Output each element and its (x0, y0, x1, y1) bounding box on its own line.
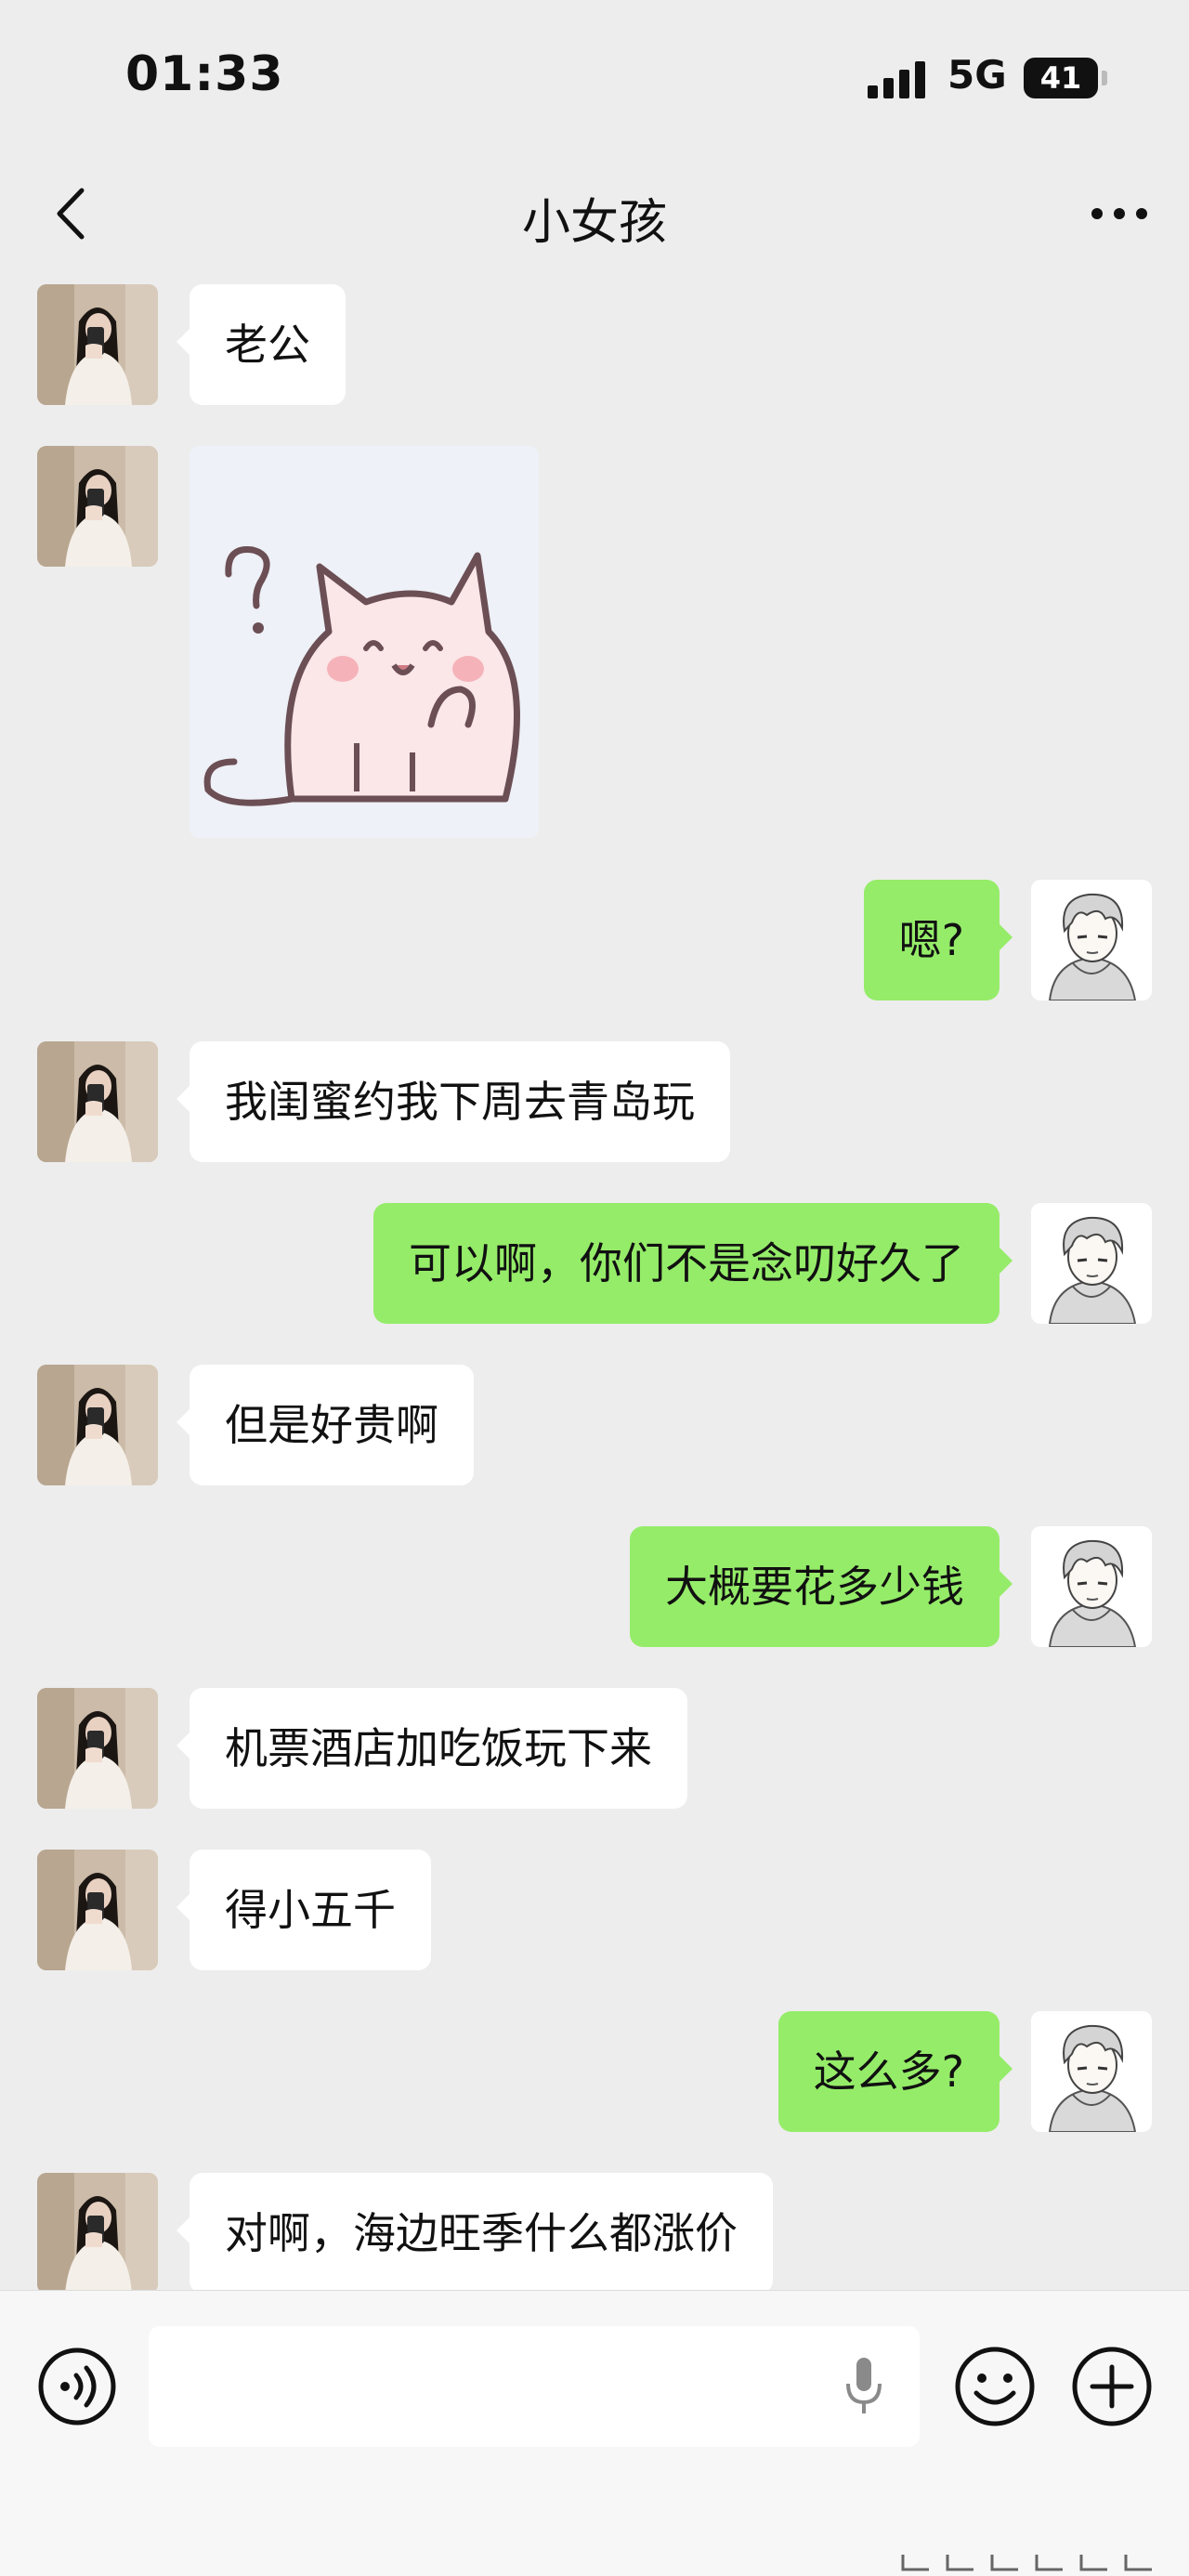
battery-icon: 41 (1024, 58, 1098, 98)
outgoing-message-bubble[interactable]: 大概要花多少钱 (630, 1526, 1013, 1647)
incoming-message-bubble[interactable]: 得小五千 (176, 1850, 431, 1970)
user-avatar[interactable] (1031, 1526, 1152, 1647)
incoming-message-bubble[interactable]: 对啊，海边旺季什么都涨价 (176, 2173, 773, 2290)
user-avatar[interactable] (1031, 880, 1152, 1000)
chat-title: 小女孩 (521, 195, 667, 251)
incoming-message-bubble[interactable]: 老公 (176, 284, 346, 405)
outgoing-message-bubble[interactable]: 嗯? (863, 880, 1013, 1000)
outgoing-message-bubble[interactable]: 这么多? (777, 2011, 1013, 2132)
incoming-message-bubble[interactable]: 但是好贵啊 (176, 1365, 474, 1485)
microphone-icon[interactable] (841, 2354, 887, 2419)
add-more-icon[interactable] (1070, 2345, 1154, 2428)
contact-avatar[interactable] (37, 1041, 158, 1162)
status-time: 01:33 (125, 46, 284, 102)
user-avatar[interactable] (1031, 1203, 1152, 1324)
voice-input-toggle-icon[interactable] (37, 2347, 117, 2426)
emoji-icon[interactable] (953, 2345, 1037, 2428)
contact-avatar[interactable] (37, 2173, 158, 2290)
battery-tip (1102, 71, 1107, 85)
message-text-input[interactable] (149, 2326, 920, 2447)
contact-avatar[interactable] (37, 1850, 158, 1970)
message-input-bar (0, 2290, 1189, 2576)
cat-question-sticker[interactable] (189, 446, 539, 838)
chat-header: 小女孩 (0, 163, 1189, 265)
cellular-signal-icon (868, 61, 927, 98)
watermark-icon (901, 2555, 1152, 2571)
contact-avatar[interactable] (37, 284, 158, 405)
incoming-message-bubble[interactable]: 机票酒店加吃饭玩下来 (176, 1688, 687, 1809)
more-options-icon[interactable] (1087, 190, 1152, 237)
status-bar: 01:33 5G 41 (0, 0, 1189, 158)
user-avatar[interactable] (1031, 2011, 1152, 2132)
contact-avatar[interactable] (37, 446, 158, 567)
incoming-message-bubble[interactable]: 我闺蜜约我下周去青岛玩 (176, 1041, 730, 1162)
network-type: 5G (947, 52, 1007, 98)
contact-avatar[interactable] (37, 1365, 158, 1485)
battery-level: 41 (1039, 60, 1082, 96)
contact-avatar[interactable] (37, 1688, 158, 1809)
chat-message-list[interactable]: 老公 嗯? 我闺蜜约我下周去青岛玩 可以啊，你们不是念叨好久了 但是好贵啊 大概… (0, 265, 1189, 2290)
outgoing-message-bubble[interactable]: 可以啊，你们不是念叨好久了 (373, 1203, 1013, 1324)
